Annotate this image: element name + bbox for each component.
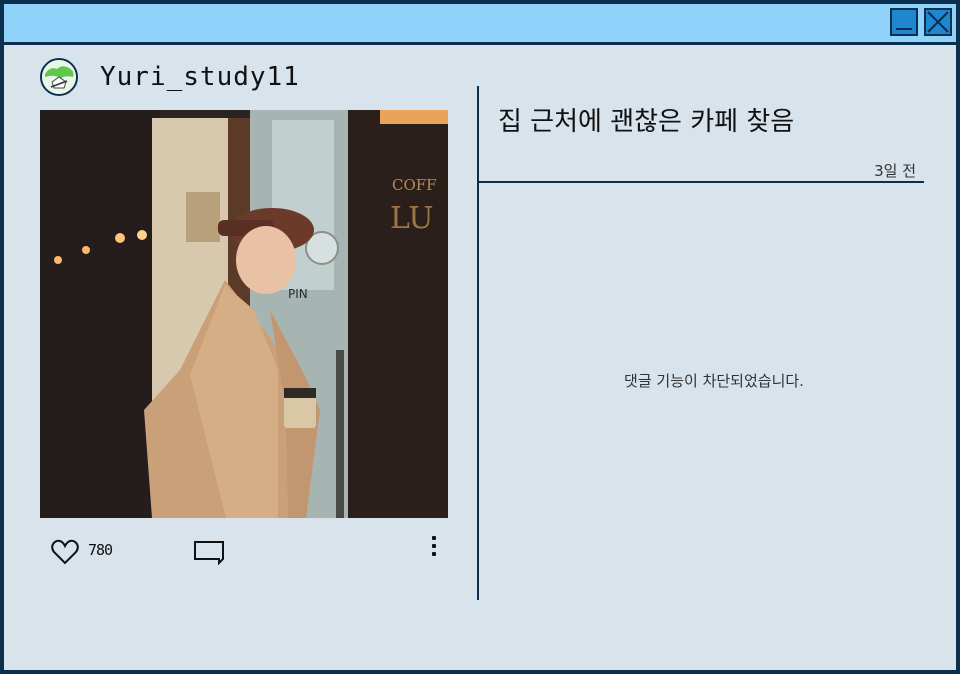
svg-text:PIN: PIN: [288, 287, 308, 301]
close-button[interactable]: [924, 8, 952, 36]
post-photo[interactable]: PIN COFF LU: [40, 110, 448, 518]
comments-disabled-notice: 댓글 기능이 차단되었습니다.: [624, 372, 804, 390]
vertical-divider: [477, 86, 479, 600]
post-window: Yuri_study11 PIN COFF LU 780 집 근처에 괜찮은 카…: [0, 0, 960, 674]
heart-icon[interactable]: [50, 538, 80, 566]
avatar[interactable]: [40, 58, 78, 96]
avatar-icon: [42, 60, 76, 94]
svg-text:COFF: COFF: [392, 176, 437, 194]
username[interactable]: Yuri_study11: [100, 60, 300, 94]
like-count: 780: [88, 541, 113, 559]
header-divider: [479, 181, 924, 183]
more-options-icon[interactable]: [424, 536, 444, 560]
post-timestamp: 3일 전: [874, 162, 916, 180]
post-title: 집 근처에 괜찮은 카페 찾음: [498, 107, 795, 137]
title-bar: [4, 4, 956, 45]
comment-icon[interactable]: [192, 537, 226, 565]
close-icon: [927, 11, 949, 33]
minimize-button[interactable]: [890, 8, 918, 36]
svg-text:LU: LU: [390, 201, 434, 236]
